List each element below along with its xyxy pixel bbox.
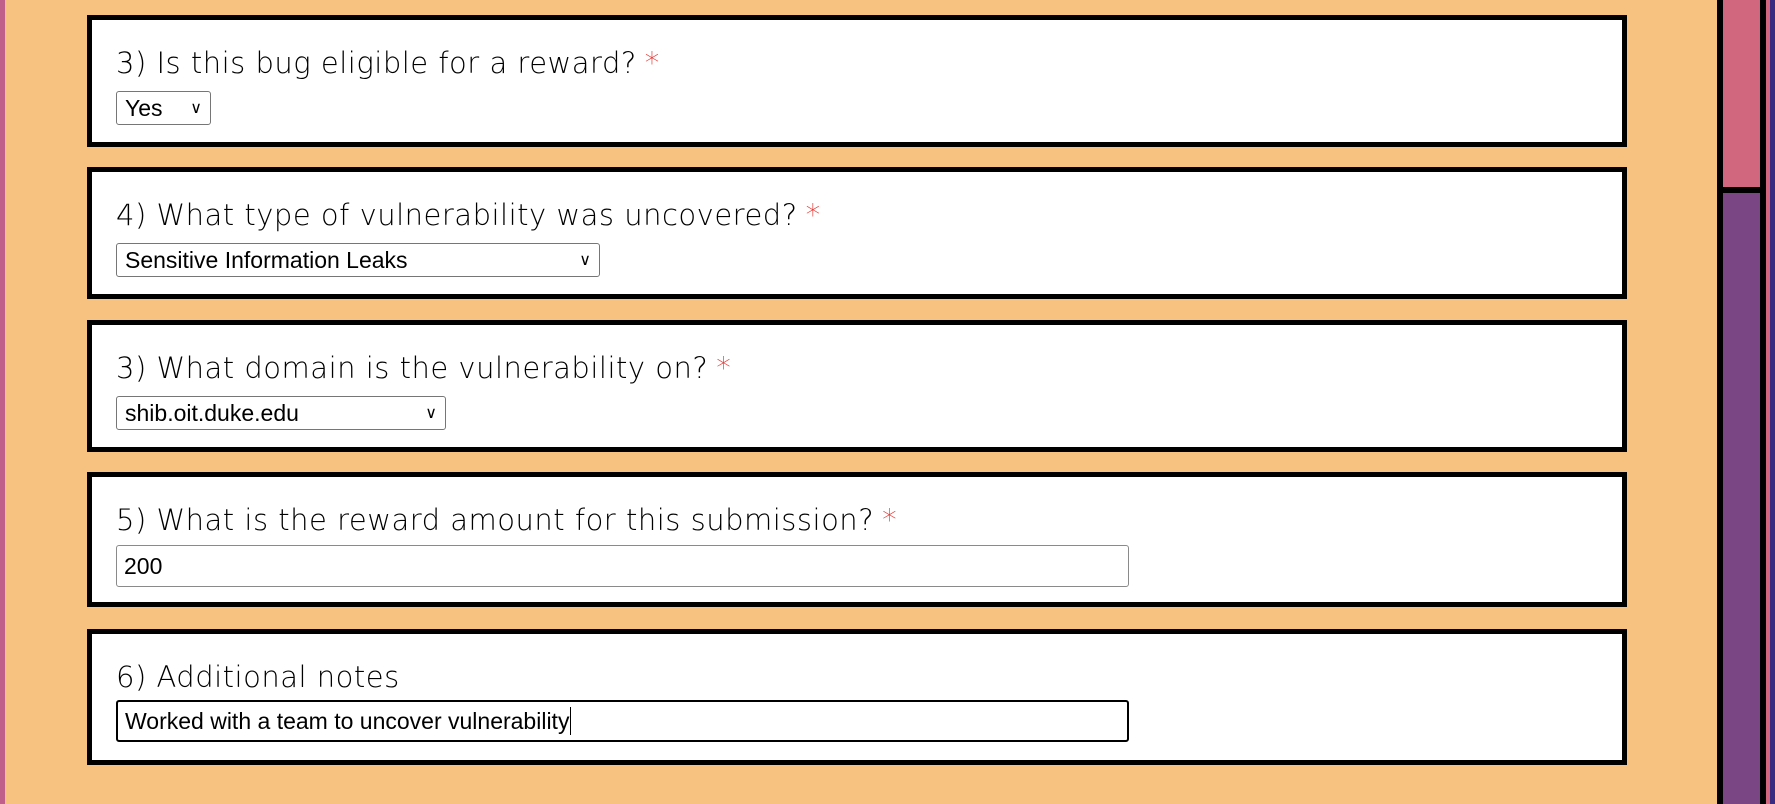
side-panel-pink bbox=[1723, 0, 1760, 187]
chevron-down-icon: ∨ bbox=[579, 252, 591, 269]
reward-amount-input[interactable]: 200 bbox=[116, 545, 1129, 587]
question-card-reward-amount: 5) What is the reward amount for this su… bbox=[87, 472, 1627, 607]
question-card-additional-notes: 6) Additional notes Worked with a team t… bbox=[87, 629, 1627, 765]
question-label: 5) What is the reward amount for this su… bbox=[116, 503, 898, 537]
text-caret bbox=[570, 707, 572, 735]
question-label: 3) Is this bug eligible for a reward? * bbox=[116, 46, 660, 80]
required-marker: * bbox=[805, 198, 821, 232]
domain-select[interactable]: shib.oit.duke.edu ∨ bbox=[116, 396, 446, 430]
chevron-down-icon: ∨ bbox=[190, 100, 202, 117]
question-label: 3) What domain is the vulnerability on? * bbox=[116, 351, 732, 385]
required-marker: * bbox=[644, 46, 660, 80]
chevron-down-icon: ∨ bbox=[425, 405, 437, 422]
additional-notes-input[interactable]: Worked with a team to uncover vulnerabil… bbox=[116, 700, 1129, 742]
question-label: 4) What type of vulnerability was uncove… bbox=[116, 198, 821, 232]
required-marker: * bbox=[882, 503, 898, 537]
reward-eligible-select[interactable]: Yes ∨ bbox=[116, 91, 211, 125]
question-card-reward-eligible: 3) Is this bug eligible for a reward? * Y… bbox=[87, 15, 1627, 147]
question-card-vulnerability-type: 4) What type of vulnerability was uncove… bbox=[87, 167, 1627, 299]
question-label: 6) Additional notes bbox=[116, 660, 400, 694]
side-panel-purple bbox=[1723, 193, 1760, 804]
right-edge bbox=[1770, 0, 1775, 804]
required-marker: * bbox=[716, 351, 732, 385]
left-edge bbox=[0, 0, 5, 804]
vulnerability-type-select[interactable]: Sensitive Information Leaks ∨ bbox=[116, 243, 600, 277]
question-card-domain: 3) What domain is the vulnerability on? *… bbox=[87, 320, 1627, 452]
